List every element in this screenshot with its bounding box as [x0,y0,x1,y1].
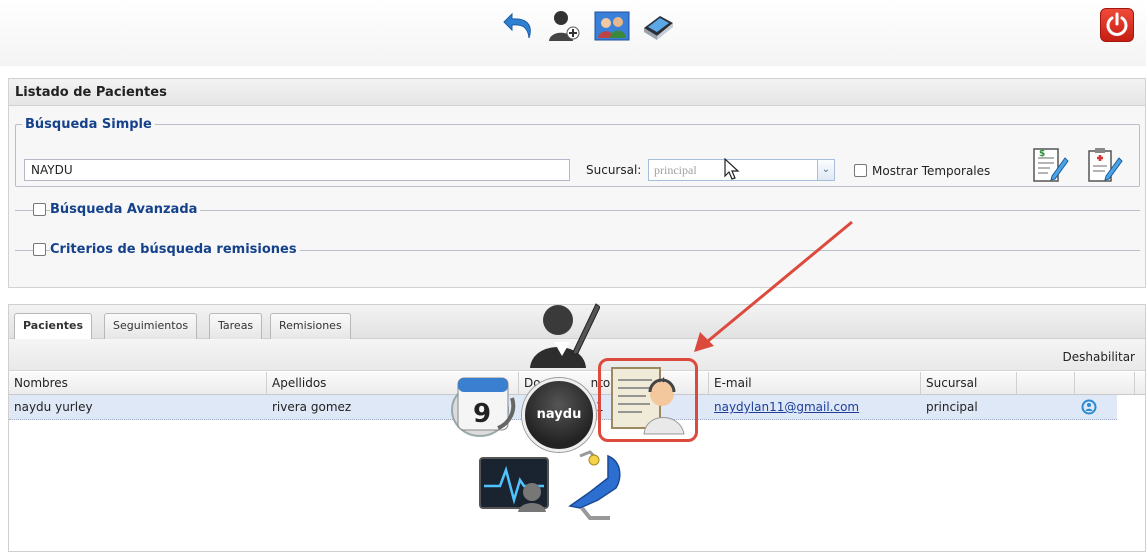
monitor-icon[interactable] [478,456,550,520]
calendar-icon[interactable]: 9 [446,368,526,440]
svg-text:$: $ [1039,149,1045,159]
tab-tareas[interactable]: Tareas [209,313,263,339]
header-blank-2 [1075,372,1135,394]
tab-pacientes[interactable]: Pacientes [14,313,93,340]
header-sucursal[interactable]: Sucursal [921,372,1017,394]
temporales-label: Mostrar Temporales [872,164,991,178]
edit-patient-icon[interactable] [524,296,601,370]
sucursal-label: Sucursal: [586,163,642,177]
temporales-checkbox[interactable] [854,164,867,177]
billing-icon[interactable]: $ [1030,146,1070,186]
cell-apellidos: rivera gomez [272,400,352,414]
chevron-down-icon[interactable]: ⌄ [817,159,835,181]
cell-sucursal: principal [926,400,978,414]
header-nombres[interactable]: Nombres [9,372,267,394]
tab-remisiones[interactable]: Remisiones [270,313,351,339]
dental-chair-icon[interactable] [560,448,636,520]
reports-icon[interactable] [640,8,676,44]
header-blank-1 [1017,372,1075,394]
panel-title: Listado de Pacientes [9,79,1145,106]
header-email[interactable]: E-mail [709,372,921,394]
tab-seguimientos[interactable]: Seguimientos [104,313,198,339]
patient-list-panel: Listado de Pacientes Búsqueda Simple NAY… [8,78,1146,288]
remisiones-label[interactable]: Criterios de búsqueda remisiones [50,242,300,257]
cell-nombres: naydu yurley [14,400,93,414]
power-icon[interactable] [1100,8,1134,42]
cell-email[interactable]: naydylan11@gmail.com [709,395,859,419]
advanced-search-checkbox[interactable] [33,203,46,216]
remisiones-checkbox[interactable] [33,243,46,256]
patients-icon[interactable] [594,8,630,44]
simple-search-fieldset: Búsqueda Simple NAYDU Sucursal: principa… [15,117,1140,187]
radial-center-name[interactable]: naydu [522,378,596,452]
patient-status-icon[interactable] [1081,399,1097,415]
top-toolbar [0,0,1146,66]
advanced-search-label[interactable]: Búsqueda Avanzada [50,202,201,217]
simple-search-legend: Búsqueda Simple [25,117,152,132]
back-icon[interactable] [502,8,538,44]
mouse-cursor-icon [724,157,740,185]
calendar-day: 9 [473,399,491,429]
assistant-highlight [598,358,698,442]
email-link[interactable]: naydylan11@gmail.com [714,400,859,414]
add-patient-icon[interactable] [546,8,582,44]
deshabilitar-button[interactable]: Deshabilitar [1063,350,1135,364]
search-input[interactable]: NAYDU [24,159,570,181]
clinical-record-icon[interactable] [1084,146,1124,186]
